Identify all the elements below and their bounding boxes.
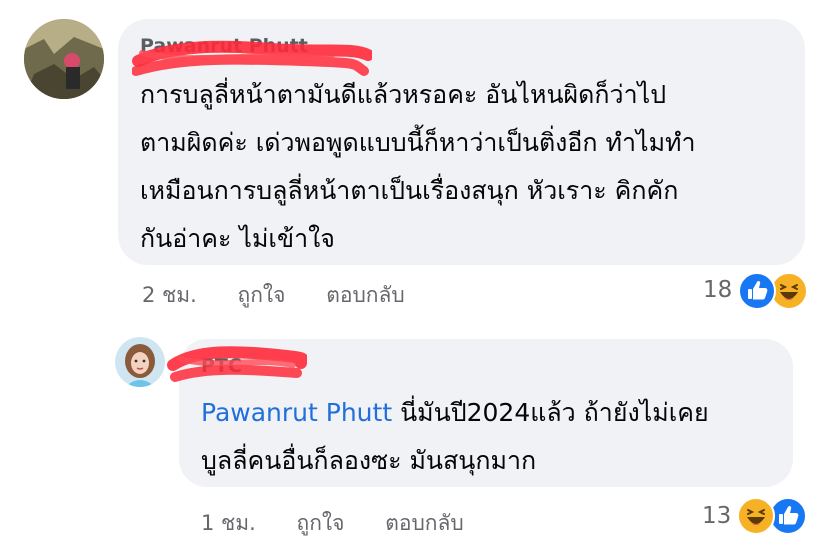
reply-button[interactable]: ตอบกลับ [385,507,464,540]
comment-actions: 2 ชม. ถูกใจ ตอบกลับ [142,279,405,312]
like-icon [738,272,776,310]
haha-icon [737,497,775,535]
comment-line: การบลูลี่หน้าตามันดีแล้วหรอคะ อันไหนผิดก… [140,80,667,109]
comment-line: Pawanrut Phutt นี่มันปี2024แล้ว ถ้ายังไม… [201,389,791,437]
reply-actions: 1 ชม. ถูกใจ ตอบกลับ [201,507,464,540]
mention-link[interactable]: Pawanrut Phutt [201,398,392,427]
avatar[interactable] [115,337,165,387]
reply-bubble: PTC Pawanrut Phutt นี่มันปี2024แล้ว ถ้าย… [167,339,793,487]
timestamp[interactable]: 2 ชม. [142,279,197,312]
timestamp[interactable]: 1 ชม. [201,507,256,540]
avatar-photo [115,337,165,387]
reply-author[interactable]: PTC [201,355,242,377]
comment-bubble: Pawanrut Phutt การบลูลี่หน้าตามันดีแล้วห… [118,19,805,265]
comment-line: เหมือนการบลูลี่หน้าตาเป็นเรื่องสนุก หัวเ… [140,176,679,205]
reply-text-rest: นี่มันปี2024แล้ว ถ้ายังไม่เคย [392,398,709,427]
avatar[interactable] [24,19,104,99]
comment-text: การบลูลี่หน้าตามันดีแล้วหรอคะ อันไหนผิดก… [140,71,800,263]
comment-line: ตามผิดค่ะ เด่วพอพูดแบบนี้ก็หาว่าเป็นติ่ง… [140,128,696,157]
avatar-photo [24,19,104,99]
reaction-count[interactable]: 18 [703,277,732,303]
reply-text: Pawanrut Phutt นี่มันปี2024แล้ว ถ้ายังไม… [201,389,791,485]
like-button[interactable]: ถูกใจ [238,279,286,312]
comment-author[interactable]: Pawanrut Phutt [140,35,308,57]
reaction-count[interactable]: 13 [702,503,731,529]
comment-line: กันอ่าคะ ไม่เข้าใจ [140,224,335,253]
like-button[interactable]: ถูกใจ [297,507,345,540]
reply-button[interactable]: ตอบกลับ [326,279,405,312]
comment-line: บูลลี่คนอื่นก็ลองซะ มันสนุกมาก [201,446,537,475]
